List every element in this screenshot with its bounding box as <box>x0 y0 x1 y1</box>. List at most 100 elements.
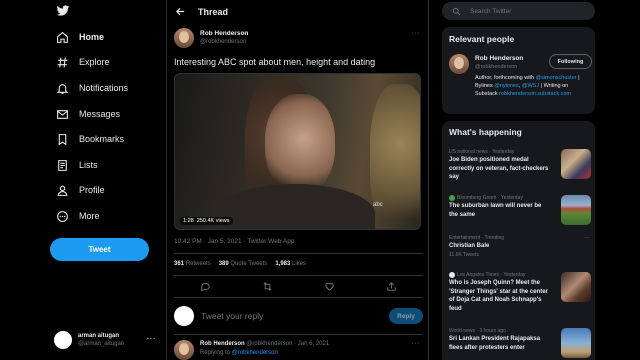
la-times-icon <box>449 272 455 278</box>
video-frame <box>370 84 420 229</box>
reply-meta: @robkhenderson · Jan 6, 2021 <box>246 341 330 347</box>
like-count[interactable]: 1,983 Likes <box>275 261 306 267</box>
bio-link[interactable]: robkhenderson.substack.com <box>499 91 571 97</box>
bio-link[interactable]: @nytimes <box>494 83 519 89</box>
tweet-actions <box>174 281 423 292</box>
search-icon <box>452 7 461 16</box>
avatar[interactable] <box>174 28 194 48</box>
more-circle-icon <box>54 208 70 224</box>
bell-icon <box>54 80 70 96</box>
video-badge: 1:28 250.4K views <box>180 217 233 225</box>
trend-headline: Joe Biden positioned medal correctly on … <box>449 157 549 180</box>
nav-messages[interactable]: Messages <box>54 104 120 124</box>
bloomberg-icon <box>449 195 455 201</box>
retweet-count[interactable]: 361 Retweets <box>174 261 211 267</box>
retweet-icon[interactable] <box>262 281 273 292</box>
tweet-timestamp[interactable]: 10:42 PM · Jan 5, 2021 · Twitter Web App <box>174 238 294 245</box>
nav-bookmarks[interactable]: Bookmarks <box>54 129 124 149</box>
tweet-button[interactable]: Tweet <box>50 238 149 261</box>
more-dots-icon[interactable]: ··· <box>584 235 590 241</box>
back-arrow-icon[interactable] <box>175 6 186 17</box>
page-title: Thread <box>198 7 229 17</box>
video-player[interactable]: abc 1:28 250.4K views <box>174 73 421 230</box>
twitter-logo-icon[interactable] <box>56 4 70 18</box>
account-handle: @arman_aitugan <box>78 341 125 347</box>
relevant-people-card: Relevant people Rob Henderson @robkhende… <box>442 27 595 114</box>
trend-headline: The suburban lawn will never be the same <box>449 203 542 218</box>
trend-thumbnail <box>561 328 591 358</box>
search-box[interactable]: Search Twitter <box>442 2 595 20</box>
trend-headline: Who is Joseph Quinn? Meet the 'Stranger … <box>449 280 548 312</box>
replying-to: Replying to @robkhenderson <box>200 350 278 356</box>
more-dots-icon[interactable]: ··· <box>412 30 421 37</box>
trend-meta: Entertainment · Trending <box>449 235 505 241</box>
envelope-icon <box>54 106 70 122</box>
trend-thumbnail <box>561 272 591 302</box>
following-button[interactable]: Following <box>549 54 592 69</box>
card-title: Relevant people <box>449 34 515 44</box>
person-name[interactable]: Rob Henderson <box>475 55 523 62</box>
avatar <box>174 306 194 326</box>
avatar <box>54 331 72 349</box>
nav-label: Explore <box>79 57 110 67</box>
nav-notifications[interactable]: Notifications <box>54 78 128 98</box>
nav-more[interactable]: More <box>54 206 100 226</box>
reply-button[interactable]: Reply <box>389 308 423 324</box>
trend-item[interactable]: Los Angeles Times · Yesterday Who is Jos… <box>449 272 591 313</box>
video-frame <box>265 94 335 194</box>
left-sidebar: Home Explore Notifications Messages Book… <box>0 0 166 360</box>
trend-item[interactable]: Bloomberg Green · Yesterday The suburban… <box>449 195 591 225</box>
reply-author-name[interactable]: Rob Henderson <box>200 341 245 347</box>
bookmark-icon <box>54 131 70 147</box>
hashtag-icon <box>54 54 70 70</box>
reply-icon[interactable] <box>200 281 211 292</box>
reply-tweet[interactable]: Rob Henderson @robkhenderson · Jan 6, 20… <box>174 340 424 360</box>
nav-profile[interactable]: Profile <box>54 180 105 200</box>
whats-happening-card: What's happening US national news · Yest… <box>442 121 595 360</box>
trend-item[interactable]: US national news · Yesterday Joe Biden p… <box>449 149 591 182</box>
more-dots-icon[interactable]: ··· <box>147 334 157 343</box>
nav-label: More <box>79 211 100 221</box>
trend-item[interactable]: World news · 3 hours ago Sri Lankan Pres… <box>449 328 591 358</box>
person-icon <box>54 182 70 198</box>
divider <box>174 253 423 254</box>
reply-composer: Tweet your reply Reply <box>174 306 423 330</box>
person-handle[interactable]: @robkhenderson <box>475 64 517 70</box>
nav-explore[interactable]: Explore <box>54 52 110 72</box>
share-icon[interactable] <box>386 281 397 292</box>
person-bio: Author, forthcoming with @simonschuster … <box>475 75 580 97</box>
nav-home[interactable]: Home <box>54 27 104 47</box>
bio-link[interactable]: @WSJ <box>522 83 539 89</box>
nav-label: Notifications <box>79 83 129 93</box>
divider <box>174 275 423 276</box>
tweet-author: Rob Henderson @robkhenderson ··· <box>174 28 424 50</box>
reply-input[interactable]: Tweet your reply <box>201 311 263 321</box>
more-dots-icon[interactable]: ··· <box>412 340 421 347</box>
trend-thumbnail <box>561 149 591 179</box>
trend-item[interactable]: Entertainment · Trending Christian Bale … <box>449 235 591 258</box>
account-name: arman aitugan <box>78 333 120 339</box>
list-icon <box>54 157 70 173</box>
nav-label: Messages <box>79 109 121 119</box>
author-handle[interactable]: @robkhenderson <box>200 39 246 45</box>
quote-count[interactable]: 389 Quote Tweets <box>219 261 268 267</box>
avatar[interactable] <box>449 54 469 74</box>
like-icon[interactable] <box>324 281 335 292</box>
trend-headline: Christian Bale <box>449 243 490 249</box>
nav-label: Profile <box>79 185 105 195</box>
nav-lists[interactable]: Lists <box>54 155 98 175</box>
divider <box>174 297 423 298</box>
avatar[interactable] <box>174 340 194 360</box>
divider <box>174 334 423 335</box>
bio-link[interactable]: @simonschuster <box>536 75 577 81</box>
trend-thumbnail <box>561 195 591 225</box>
nav-label: Lists <box>79 160 98 170</box>
nav-label: Bookmarks <box>79 134 125 144</box>
replying-to-link[interactable]: @robkhenderson <box>232 350 278 356</box>
account-switcher[interactable]: arman aitugan @arman_aitugan ··· <box>54 331 160 349</box>
video-watermark: abc <box>373 202 383 208</box>
search-input[interactable]: Search Twitter <box>470 8 511 15</box>
card-title: What's happening <box>449 127 522 137</box>
home-icon <box>54 29 70 45</box>
author-name[interactable]: Rob Henderson <box>200 30 248 37</box>
